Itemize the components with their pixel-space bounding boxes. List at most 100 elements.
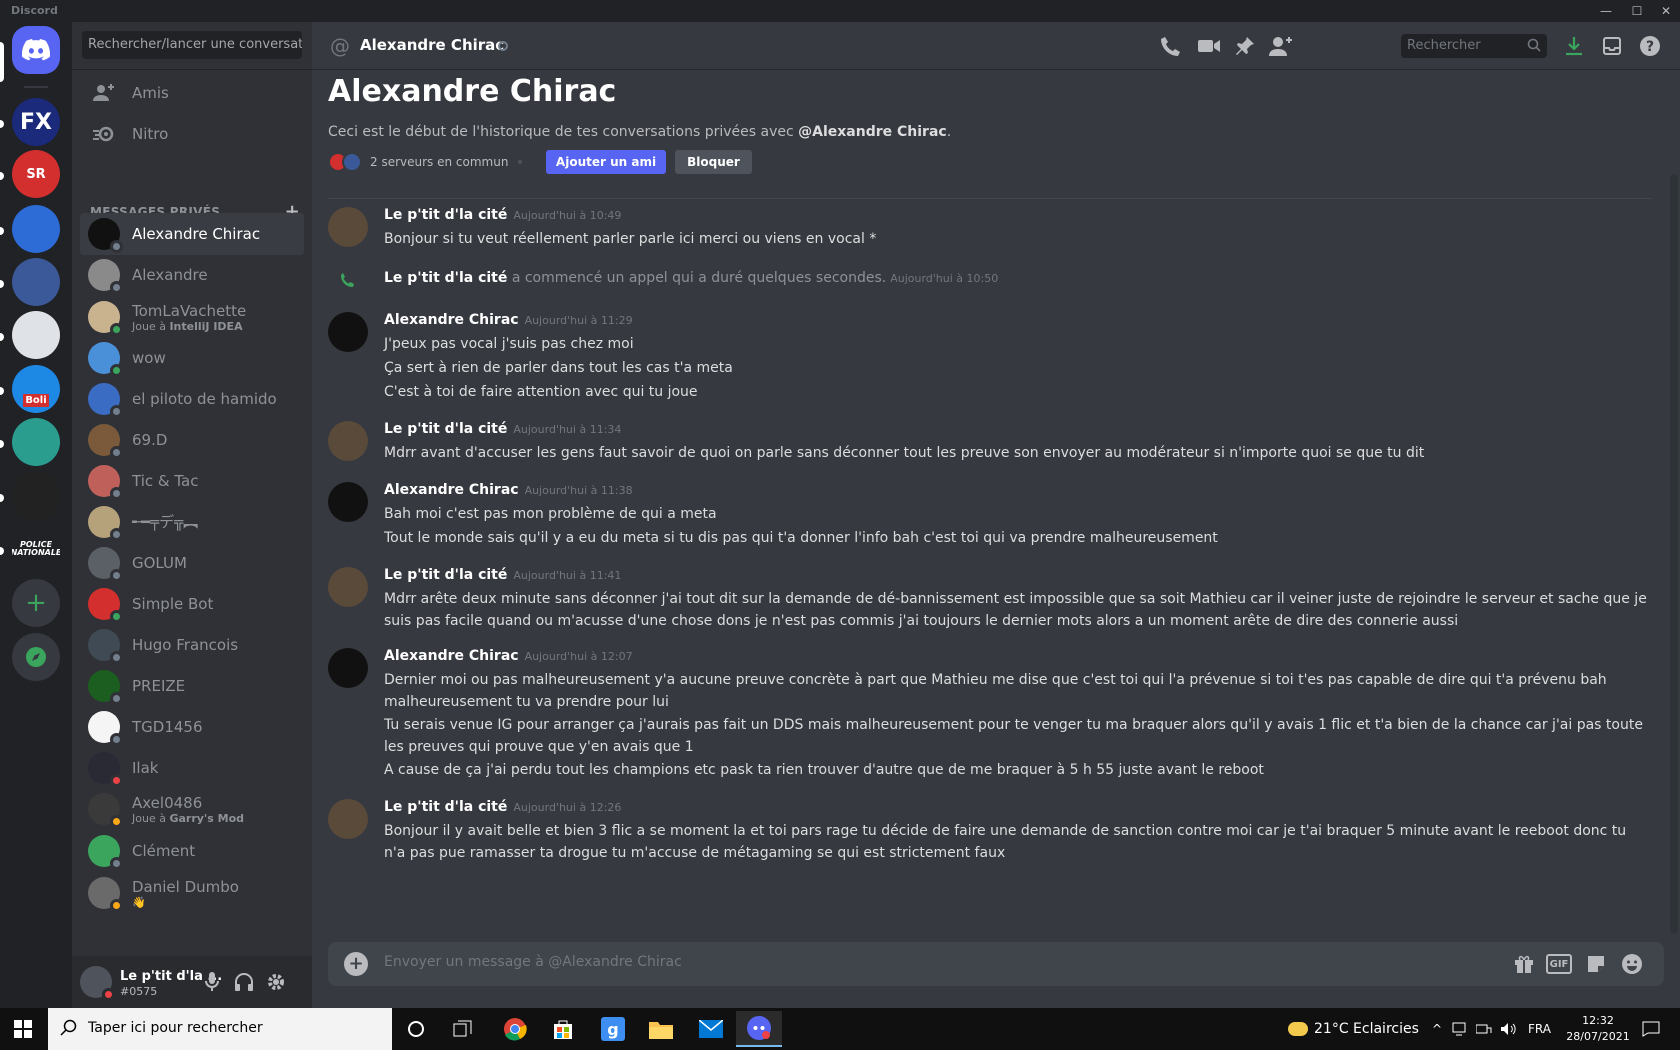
settings-gear-icon[interactable] [264,970,288,994]
message-avatar[interactable] [328,312,368,352]
message-author[interactable]: Le p'tit d'la cité [384,567,507,583]
dm-item[interactable]: Axel0486 Joue à Garry's Mod [80,788,304,830]
dm-item[interactable]: Alexandre Chirac [80,213,304,255]
weather-widget[interactable]: 21°C Eclaircies [1288,1008,1419,1050]
chrome-icon[interactable] [492,1011,538,1047]
mail-icon[interactable] [688,1011,734,1047]
message-author[interactable]: Le p'tit d'la cité [384,421,507,437]
message-avatar[interactable] [328,421,368,461]
dm-item[interactable]: wow [80,337,304,379]
store-icon[interactable] [540,1011,586,1047]
guild-shop[interactable] [12,205,60,253]
file-explorer-icon[interactable] [638,1011,684,1047]
message-content: J'peux pas vocal j'suis pas chez moi [384,336,634,352]
sticker-icon[interactable] [1584,952,1608,976]
message-avatar[interactable] [328,648,368,688]
nav-nitro[interactable]: Nitro [80,113,304,155]
message-author[interactable]: Alexandre Chirac [384,312,519,328]
cortana-icon[interactable] [393,1011,439,1047]
maximize-button[interactable]: ☐ [1623,2,1651,20]
dm-item[interactable]: TomLaVachette Joue à IntelliJ IDEA [80,296,304,338]
dm-item[interactable]: Clément [80,830,304,872]
guild-boli[interactable]: Boli [12,365,60,413]
guild-fx[interactable]: FX [12,98,60,146]
upload-plus-icon[interactable]: + [344,952,368,976]
guild-wheel[interactable] [12,311,60,359]
mutual-servers[interactable]: 2 serveurs en commun [328,150,532,174]
find-conversation-button[interactable]: Rechercher/lancer une conversat... [82,31,302,59]
task-view-icon[interactable] [440,1011,486,1047]
start-button[interactable] [0,1008,46,1050]
guild-sr[interactable]: SR [12,150,60,198]
emoji-icon[interactable] [1620,952,1644,976]
inbox-icon[interactable] [1600,34,1624,58]
dm-item[interactable]: el piloto de hamido [80,378,304,420]
friends-icon [92,81,116,105]
dm-item[interactable]: 69.D [80,419,304,461]
message-timestamp: Aujourd'hui à 12:26 [513,801,622,814]
guild-dark[interactable] [12,472,60,520]
system-clock[interactable]: 12:32 28/07/2021 [1560,1013,1636,1045]
dm-item[interactable]: PREIZE [80,665,304,707]
headphones-icon[interactable] [232,970,256,994]
message-author[interactable]: Le p'tit d'la cité [384,207,507,223]
avatar [88,342,123,377]
add-friend-to-dm-icon[interactable] [1269,34,1293,58]
message-avatar[interactable] [328,567,368,607]
message-author[interactable]: Le p'tit d'la cité [384,799,507,815]
gift-icon[interactable] [1512,952,1536,976]
minimize-button[interactable]: — [1592,2,1620,20]
dm-item[interactable]: Hugo Francois [80,624,304,666]
explore-servers-button[interactable] [12,633,60,681]
message-avatar[interactable] [328,482,368,522]
taskbar-search-box[interactable]: Taper ici pour rechercher [48,1008,392,1050]
add-friend-button[interactable]: Ajouter un ami [546,150,666,174]
guild-portrait[interactable] [12,418,60,466]
search-input[interactable]: Rechercher [1401,34,1547,58]
add-server-button[interactable]: + [12,579,60,627]
gif-button[interactable]: GIF [1546,954,1572,974]
grammarly-icon[interactable]: g [590,1011,636,1047]
close-button[interactable]: ✕ [1652,2,1680,20]
block-button[interactable]: Bloquer [675,150,752,174]
dm-item[interactable]: Alexandre [80,254,304,296]
dm-item[interactable]: ╾━╤デ╦︻ [80,501,304,543]
download-icon[interactable] [1562,34,1586,58]
dm-item[interactable]: TGD1456 [80,706,304,748]
dm-item[interactable]: Ilak [80,747,304,789]
message-header: Le p'tit d'la cité Aujourd'hui à 11:34 [384,421,621,437]
message-avatar[interactable] [328,207,368,247]
dm-item[interactable]: Simple Bot [80,583,304,625]
language-indicator[interactable]: FRA [1528,1008,1551,1050]
scrollbar[interactable] [1670,174,1678,934]
message-avatar[interactable] [328,799,368,839]
message-author[interactable]: Alexandre Chirac [384,482,519,498]
chevron-up-icon[interactable]: ^ [1432,1008,1442,1050]
dm-text: TGD1456 [132,718,203,736]
video-call-icon[interactable] [1197,34,1221,58]
unread-pill [0,387,4,395]
voice-call-icon[interactable] [1159,34,1183,58]
discord-taskbar-icon[interactable] [736,1011,782,1047]
wifi-icon[interactable] [1476,1008,1492,1050]
help-icon[interactable]: ? [1638,34,1662,58]
guild-separator [24,86,48,88]
dm-item[interactable]: GOLUM [80,542,304,584]
dm-item[interactable]: Tic & Tac [80,460,304,502]
message-composer[interactable]: + Envoyer un message à @Alexandre Chirac… [328,942,1664,986]
message-author[interactable]: Alexandre Chirac [384,648,519,664]
pin-icon[interactable] [1233,34,1257,58]
nav-friends[interactable]: Amis [80,72,304,114]
user-avatar[interactable] [80,966,115,1001]
dm-item[interactable]: Daniel Dumbo 👋 [80,872,304,914]
dm-text: Clément [132,842,195,860]
guild-map[interactable] [12,258,60,306]
status-indicator [110,281,123,294]
network-icon[interactable] [1452,1008,1466,1050]
volume-icon[interactable] [1500,1008,1518,1050]
home-button[interactable] [12,26,60,74]
guild-police-nationale[interactable]: POLICE NATIONALE [12,525,60,573]
microphone-icon[interactable] [200,970,224,994]
notifications-icon[interactable] [1642,1008,1660,1050]
message-author[interactable]: Le p'tit d'la cité [384,270,507,286]
